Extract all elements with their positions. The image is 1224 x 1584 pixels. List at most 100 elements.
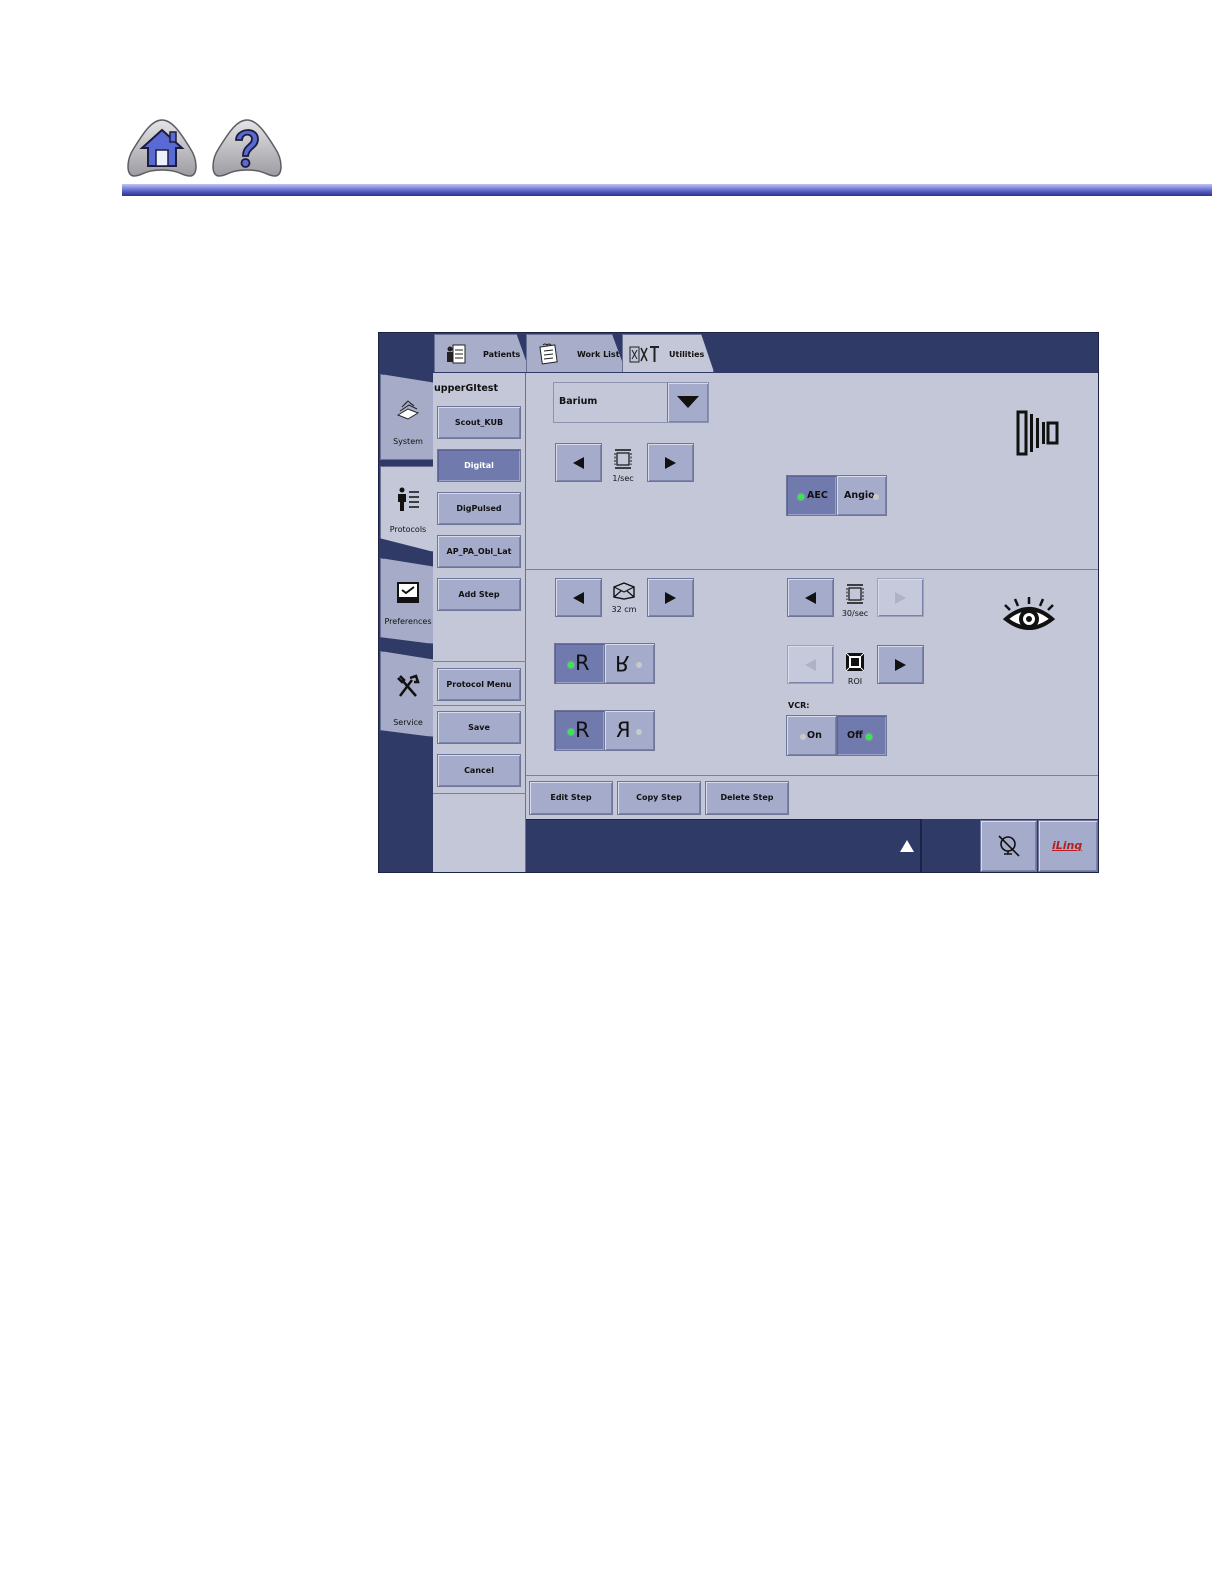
fov-value: 32 cm xyxy=(611,605,637,614)
tab-worklist[interactable]: Work List xyxy=(526,334,626,372)
arrow-right-icon xyxy=(665,592,676,604)
step-button-ap-pa-obl-lat[interactable]: AP_PA_Obl_Lat xyxy=(437,535,521,568)
step-button-digpulsed[interactable]: DigPulsed xyxy=(437,492,521,525)
side-tab-protocols[interactable]: Protocols xyxy=(380,466,434,552)
vcr-off-label: Off xyxy=(847,730,863,741)
roi-increase-button[interactable] xyxy=(877,645,924,684)
side-tab-preferences[interactable]: Preferences xyxy=(380,558,434,644)
patients-icon xyxy=(447,344,466,364)
orientation-lr-flipped-toggle[interactable]: R xyxy=(604,643,655,684)
add-step-button[interactable]: Add Step xyxy=(437,578,521,611)
tab-utilities-label: Utilities xyxy=(669,350,705,359)
delete-step-button[interactable]: Delete Step xyxy=(705,781,789,815)
protocols-icon xyxy=(398,487,419,511)
arrow-left-icon xyxy=(573,457,584,469)
service-icon xyxy=(397,674,420,697)
arrow-left-icon xyxy=(805,659,816,671)
no-display-icon xyxy=(998,835,1020,857)
preferences-icon xyxy=(397,582,419,603)
fluoro-frame-rate-value: 30/sec xyxy=(841,609,869,618)
angio-toggle[interactable]: Angio xyxy=(836,475,887,516)
orientation-ud-flipped-toggle[interactable]: R xyxy=(604,710,655,751)
protocol-menu-button[interactable]: Protocol Menu xyxy=(437,668,521,701)
angio-label: Angio xyxy=(844,490,875,501)
vcr-on-led-indicator xyxy=(800,734,806,740)
fluoro-rate-increase-button[interactable] xyxy=(877,578,924,617)
aec-led-indicator xyxy=(798,494,804,500)
orientation-lr-normal-toggle[interactable]: R xyxy=(554,643,605,684)
tab-worklist-label: Work List xyxy=(577,350,620,359)
divider xyxy=(433,705,526,706)
triangle-up-icon[interactable] xyxy=(900,840,914,852)
side-tab-system[interactable]: System xyxy=(380,374,434,460)
acq-rate-decrease-button[interactable] xyxy=(555,443,602,482)
fov-increase-button[interactable] xyxy=(647,578,694,617)
orientation-lr-label: R xyxy=(575,651,590,675)
step-button-digital[interactable]: Digital xyxy=(437,449,521,482)
step-settings-panel: Barium 1/sec AEC Angio 32 cm 30/sec R R … xyxy=(526,373,1098,819)
vcr-label: VCR: xyxy=(788,701,810,710)
angio-led-indicator xyxy=(873,494,879,500)
frame-rate-icon xyxy=(846,584,864,604)
vcr-on-label: On xyxy=(807,730,822,741)
home-button[interactable] xyxy=(124,118,200,180)
side-tab-service-label: Service xyxy=(393,718,423,727)
arrow-right-icon xyxy=(895,592,906,604)
frame-rate-icon xyxy=(614,449,632,469)
acq-rate-increase-button[interactable] xyxy=(647,443,694,482)
utilities-icon xyxy=(629,346,659,363)
home-icon xyxy=(127,119,197,177)
protocol-editor-window: Patients Work List Utilities System Prot… xyxy=(378,332,1099,873)
copy-step-button[interactable]: Copy Step xyxy=(617,781,701,815)
side-tab-protocols-label: Protocols xyxy=(389,525,427,534)
orientation-lr-flipped-label: R xyxy=(615,651,630,675)
dropdown-arrow[interactable] xyxy=(667,383,708,422)
help-button[interactable] xyxy=(209,118,285,180)
tab-patients[interactable]: Patients xyxy=(434,334,530,372)
orientation-lr-led-indicator xyxy=(568,662,574,668)
fluoro-rate-decrease-button[interactable] xyxy=(787,578,834,617)
aec-toggle[interactable]: AEC xyxy=(786,475,837,516)
divider xyxy=(433,793,526,794)
orientation-ud-flipped-label: R xyxy=(616,718,631,742)
field-of-view-icon xyxy=(613,582,635,600)
orientation-ud-flipped-led xyxy=(636,729,642,735)
arrow-right-icon xyxy=(665,457,676,469)
exposure-acquire-icon xyxy=(1016,410,1059,456)
vcr-on-toggle[interactable]: On xyxy=(786,715,837,756)
contrast-dropdown[interactable]: Barium xyxy=(553,382,709,423)
protocol-steps-panel: upperGItest Scout_KUB Digital DigPulsed … xyxy=(433,373,526,872)
fov-decrease-button[interactable] xyxy=(555,578,602,617)
contrast-dropdown-value: Barium xyxy=(559,396,598,407)
side-tab-preferences-label: Preferences xyxy=(384,617,432,626)
roi-decrease-button[interactable] xyxy=(787,645,834,684)
arrow-left-icon xyxy=(573,592,584,604)
iling-label: iLinq xyxy=(1052,839,1083,852)
orientation-ud-normal-toggle[interactable]: R xyxy=(554,710,605,751)
acq-frame-rate-value: 1/sec xyxy=(612,474,634,483)
edit-step-button[interactable]: Edit Step xyxy=(529,781,613,815)
system-icon xyxy=(396,400,420,420)
cancel-button[interactable]: Cancel xyxy=(437,754,521,787)
roi-icon xyxy=(845,652,865,672)
side-tab-service[interactable]: Service xyxy=(380,651,434,737)
section-divider xyxy=(526,775,1098,776)
display-toggle-button[interactable] xyxy=(980,820,1037,872)
orientation-ud-led-indicator xyxy=(568,729,574,735)
protocol-name: upperGItest xyxy=(434,383,499,394)
save-button[interactable]: Save xyxy=(437,711,521,744)
arrow-left-icon xyxy=(805,592,816,604)
orientation-ud-label: R xyxy=(575,718,590,742)
header-rule xyxy=(122,184,1212,196)
question-mark-icon xyxy=(212,119,282,177)
iling-button[interactable]: iLinq xyxy=(1038,820,1098,872)
vcr-off-toggle[interactable]: Off xyxy=(836,715,887,756)
tab-patients-label: Patients xyxy=(483,350,521,359)
divider xyxy=(920,819,922,872)
status-bar xyxy=(526,819,920,872)
tab-utilities[interactable]: Utilities xyxy=(622,334,714,372)
roi-label: ROI xyxy=(847,677,863,686)
step-button-scout-kub[interactable]: Scout_KUB xyxy=(437,406,521,439)
side-tab-system-label: System xyxy=(393,437,423,446)
orientation-lr-flipped-led xyxy=(636,662,642,668)
